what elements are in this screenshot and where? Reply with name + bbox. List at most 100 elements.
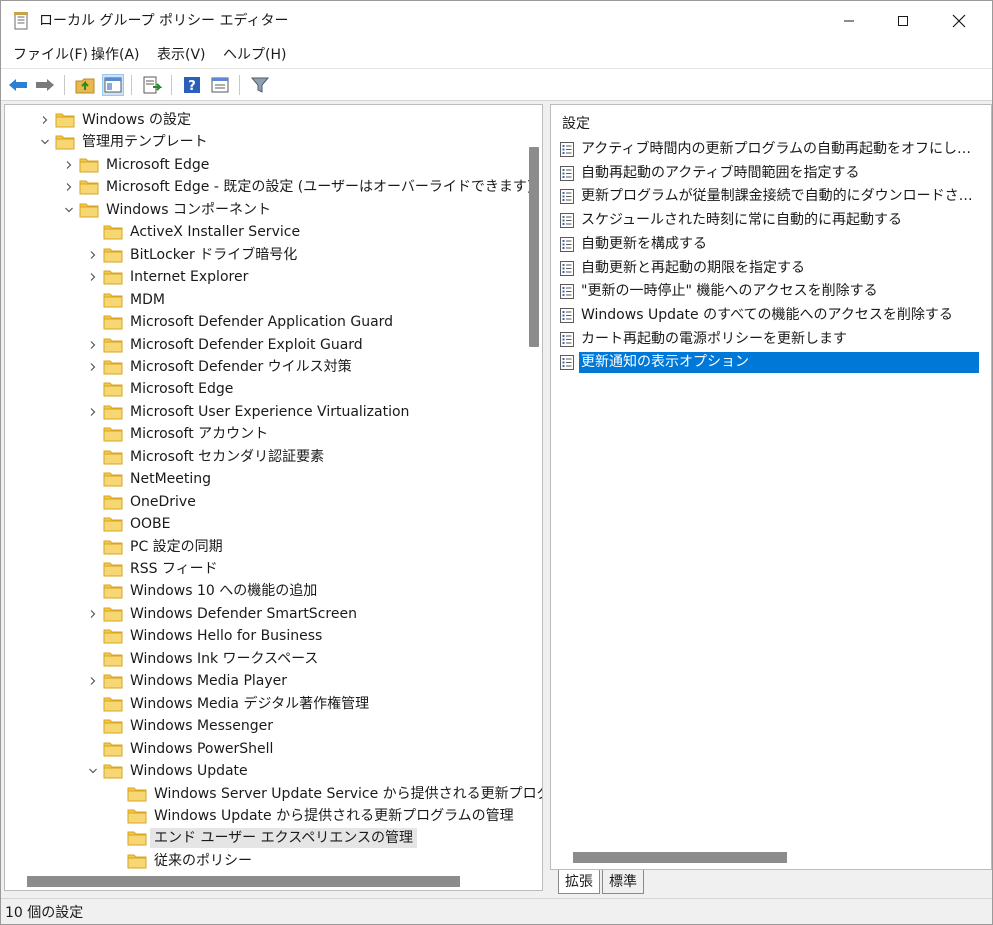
policy-setting-icon: [559, 188, 575, 205]
close-button[interactable]: [936, 1, 982, 41]
tree-item[interactable]: Microsoft User Experience Virtualization: [5, 401, 525, 423]
forward-icon[interactable]: [34, 74, 56, 96]
tree-item[interactable]: 管理用テンプレート: [5, 131, 525, 153]
policy-setting-label: 更新通知の表示オプション: [579, 352, 979, 374]
policy-setting-label: "更新の一時停止" 機能へのアクセスを削除する: [581, 283, 878, 300]
policy-setting-row[interactable]: 更新プログラムが従量制課金接続で自動的にダウンロードされるのを…: [557, 185, 989, 208]
tree-item[interactable]: Microsoft Defender Exploit Guard: [5, 334, 525, 356]
tree-item[interactable]: Microsoft Defender ウイルス対策: [5, 356, 525, 378]
tree-item[interactable]: NetMeeting: [5, 468, 525, 490]
tree-item-label: ActiveX Installer Service: [130, 224, 301, 241]
tree-item[interactable]: OneDrive: [5, 491, 525, 513]
settings-horizontal-scrollbar[interactable]: [573, 852, 787, 863]
folder-icon: [103, 695, 123, 712]
tree-item-label: Windows Defender SmartScreen: [130, 605, 357, 622]
status-text: 10 個の設定: [5, 905, 84, 921]
policy-setting-icon: [559, 307, 575, 324]
tree-item-label: Microsoft アカウント: [130, 426, 269, 443]
tree-item[interactable]: Microsoft アカウント: [5, 423, 525, 445]
tree-item[interactable]: MDM: [5, 289, 525, 311]
console-tree-pane[interactable]: Windows の設定 管理用テンプレート Microsoft Edge Micros…: [4, 104, 543, 891]
menu-help[interactable]: ヘルプ(H): [223, 45, 286, 65]
chevron-down-icon[interactable]: [63, 202, 75, 218]
tree-item[interactable]: BitLocker ドライブ暗号化: [5, 244, 525, 266]
tree-item[interactable]: PC 設定の同期: [5, 536, 525, 558]
tree-item[interactable]: エンド ユーザー エクスペリエンスの管理: [5, 827, 525, 849]
policy-setting-row[interactable]: 自動更新を構成する: [557, 233, 989, 256]
tree-item[interactable]: Windows Messenger: [5, 715, 525, 737]
chevron-right-icon[interactable]: [87, 269, 99, 285]
tree-item[interactable]: Windows Defender SmartScreen: [5, 603, 525, 625]
properties-icon[interactable]: [209, 74, 231, 96]
policy-setting-row[interactable]: Windows Update のすべての機能へのアクセスを削除する: [557, 304, 989, 327]
tree-item[interactable]: Windows の設定: [5, 109, 525, 131]
policy-setting-row[interactable]: カート再起動の電源ポリシーを更新します: [557, 328, 989, 351]
tree-item[interactable]: Windows Update から提供される更新プログラムの管理: [5, 805, 525, 827]
tree-item[interactable]: RSS フィード: [5, 558, 525, 580]
chevron-right-icon[interactable]: [63, 157, 75, 173]
title-bar: ローカル グループ ポリシー エディター: [1, 1, 992, 41]
chevron-right-icon[interactable]: [63, 179, 75, 195]
settings-list-pane[interactable]: 設定 アクティブ時間内の更新プログラムの自動再起動をオフにします 自動再起動のアク…: [550, 104, 992, 870]
tree-vertical-scrollbar[interactable]: [529, 147, 539, 347]
chevron-right-icon[interactable]: [87, 337, 99, 353]
policy-setting-row[interactable]: スケジュールされた時刻に常に自動的に再起動する: [557, 209, 989, 232]
tree-item[interactable]: Windows Hello for Business: [5, 625, 525, 647]
folder-icon: [127, 785, 147, 802]
policy-setting-row[interactable]: 自動更新と再起動の期限を指定する: [557, 257, 989, 280]
show-hide-tree-icon[interactable]: [102, 74, 124, 96]
up-folder-icon[interactable]: [74, 74, 96, 96]
tree-item[interactable]: Windows Ink ワークスペース: [5, 648, 525, 670]
tree-item[interactable]: Microsoft Defender Application Guard: [5, 311, 525, 333]
tree-item-label: Microsoft Defender Exploit Guard: [130, 336, 363, 353]
folder-icon: [103, 762, 123, 779]
tree-item[interactable]: Windows コンポーネント: [5, 199, 525, 221]
chevron-right-icon[interactable]: [87, 673, 99, 689]
chevron-right-icon[interactable]: [87, 404, 99, 420]
tree-item[interactable]: Internet Explorer: [5, 266, 525, 288]
policy-setting-label: 自動更新を構成する: [581, 235, 707, 252]
policy-setting-row[interactable]: アクティブ時間内の更新プログラムの自動再起動をオフにします: [557, 138, 989, 161]
tree-item[interactable]: Windows 10 への機能の追加: [5, 580, 525, 602]
tab-extended[interactable]: 拡張: [558, 870, 600, 894]
export-list-icon[interactable]: [141, 74, 163, 96]
back-icon[interactable]: [7, 74, 29, 96]
tree-item[interactable]: Microsoft セカンダリ認証要素: [5, 446, 525, 468]
tree-item[interactable]: Microsoft Edge: [5, 378, 525, 400]
tree-item[interactable]: 従来のポリシー: [5, 850, 525, 872]
menu-file[interactable]: ファイル(F): [13, 45, 88, 65]
tree-item[interactable]: Windows Media デジタル著作権管理: [5, 693, 525, 715]
tree-item[interactable]: OOBE: [5, 513, 525, 535]
folder-icon: [103, 268, 123, 285]
tree-horizontal-scrollbar[interactable]: [27, 876, 460, 887]
tree-item[interactable]: Microsoft Edge: [5, 154, 525, 176]
help-icon[interactable]: ?: [181, 74, 203, 96]
chevron-down-icon[interactable]: [39, 134, 51, 150]
tree-item[interactable]: Windows Update: [5, 760, 525, 782]
tree-item[interactable]: Microsoft Edge - 既定の設定 (ユーザーはオーバーライドできます…: [5, 176, 532, 198]
policy-setting-row[interactable]: 自動再起動のアクティブ時間範囲を指定する: [557, 162, 989, 185]
tree-item-label: Windows の設定: [82, 112, 191, 128]
policy-setting-row[interactable]: 更新通知の表示オプション: [557, 351, 989, 374]
menu-view[interactable]: 表示(V): [157, 45, 206, 65]
tree-item[interactable]: Windows PowerShell: [5, 738, 525, 760]
tab-standard[interactable]: 標準: [602, 870, 644, 894]
settings-column-header[interactable]: 設定: [562, 114, 590, 134]
chevron-right-icon[interactable]: [87, 247, 99, 263]
policy-setting-row[interactable]: "更新の一時停止" 機能へのアクセスを削除する: [557, 280, 989, 303]
chevron-down-icon[interactable]: [87, 763, 99, 779]
tree-item[interactable]: Windows Server Update Service から提供される更新プ…: [5, 783, 542, 805]
folder-icon: [79, 156, 99, 173]
tree-item-label: Microsoft User Experience Virtualization: [130, 403, 410, 420]
filter-icon[interactable]: [249, 74, 271, 96]
tree-item[interactable]: ActiveX Installer Service: [5, 221, 525, 243]
maximize-button[interactable]: [880, 1, 926, 41]
folder-icon: [103, 582, 123, 599]
menu-action[interactable]: 操作(A): [91, 45, 140, 65]
tree-item[interactable]: Windows Media Player: [5, 670, 525, 692]
window-title: ローカル グループ ポリシー エディター: [39, 13, 289, 29]
minimize-button[interactable]: [826, 1, 872, 41]
chevron-right-icon[interactable]: [87, 606, 99, 622]
chevron-right-icon[interactable]: [87, 359, 99, 375]
chevron-right-icon[interactable]: [39, 112, 51, 128]
